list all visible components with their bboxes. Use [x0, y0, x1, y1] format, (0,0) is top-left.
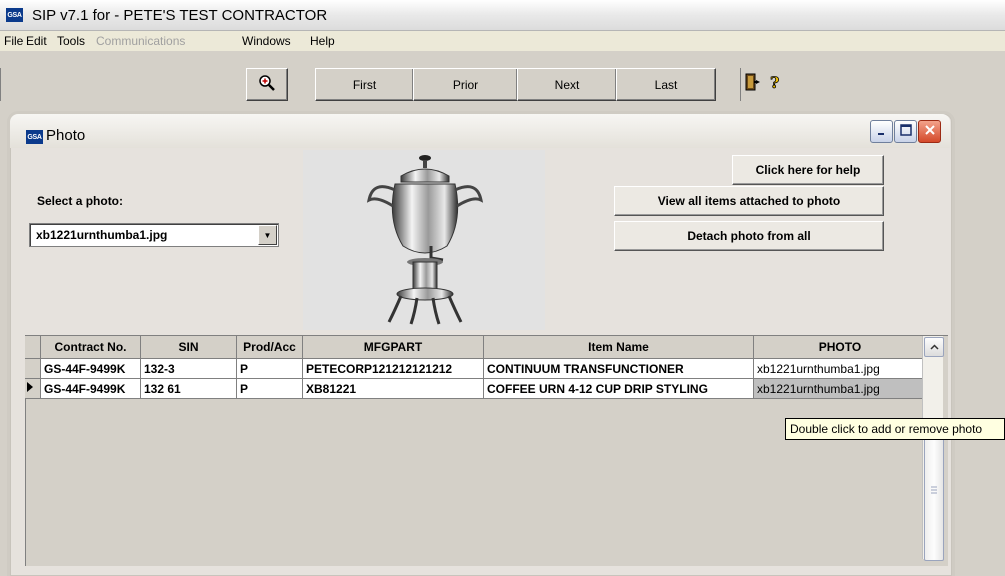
- row-header[interactable]: [25, 358, 41, 379]
- next-button[interactable]: Next: [517, 68, 617, 101]
- scroll-thumb[interactable]: [924, 420, 944, 561]
- menu-tools[interactable]: Tools: [57, 34, 85, 48]
- row-header-current[interactable]: [25, 378, 41, 399]
- menu-bar: File Edit Tools Communications Windows H…: [0, 31, 1005, 51]
- photo-select[interactable]: xb1221urnthumba1.jpg ▼: [29, 223, 279, 247]
- photo-window-titlebar[interactable]: [10, 114, 950, 148]
- magnifier-zoom-icon: [258, 74, 276, 95]
- cell-item-name[interactable]: COFFEE URN 4-12 CUP DRIP STYLING: [483, 378, 754, 399]
- prior-button[interactable]: Prior: [413, 68, 518, 101]
- chevron-up-icon: [929, 342, 939, 352]
- cell-prodacc[interactable]: P: [236, 378, 303, 399]
- menu-communications: Communications: [96, 34, 186, 48]
- menu-edit[interactable]: Edit: [26, 34, 47, 48]
- app-title-bar: GSA SIP v7.1 for - PETE'S TEST CONTRACTO…: [0, 0, 1005, 31]
- photo-select-value: xb1221urnthumba1.jpg: [36, 228, 168, 242]
- cell-sin[interactable]: 132 61: [140, 378, 237, 399]
- cell-sin[interactable]: 132-3: [140, 358, 237, 379]
- col-sin[interactable]: SIN: [140, 336, 237, 359]
- tooltip: Double click to add or remove photo: [785, 418, 1005, 440]
- col-photo[interactable]: PHOTO: [753, 336, 927, 359]
- cell-prodacc[interactable]: P: [236, 358, 303, 379]
- cell-item-name[interactable]: CONTINUUM TRANSFUNCTIONER: [483, 358, 754, 379]
- table-row[interactable]: GS-44F-9499K 132-3 P PETECORP12121212121…: [25, 358, 927, 379]
- vertical-scrollbar[interactable]: [922, 336, 944, 561]
- close-button[interactable]: [918, 120, 941, 143]
- cell-mfgpart[interactable]: XB81221: [302, 378, 484, 399]
- view-all-items-button[interactable]: View all items attached to photo: [614, 186, 884, 216]
- exit-button[interactable]: [743, 68, 763, 99]
- exit-door-icon: [744, 73, 762, 94]
- zoom-button[interactable]: [246, 68, 288, 101]
- grip-icon: [931, 486, 937, 494]
- question-mark-icon: ?: [767, 73, 783, 94]
- menu-windows[interactable]: Windows: [242, 34, 291, 48]
- detach-photo-button[interactable]: Detach photo from all: [614, 221, 884, 251]
- select-photo-label: Select a photo:: [37, 194, 124, 208]
- row-header-corner: [25, 336, 41, 359]
- dropdown-arrow-icon[interactable]: ▼: [258, 225, 277, 245]
- maximize-icon: [899, 124, 912, 139]
- maximize-button[interactable]: [894, 120, 917, 143]
- cell-mfgpart[interactable]: PETECORP121212121212: [302, 358, 484, 379]
- col-item-name[interactable]: Item Name: [483, 336, 754, 359]
- scroll-up-button[interactable]: [924, 337, 944, 357]
- menu-help[interactable]: Help: [310, 34, 335, 48]
- help-button[interactable]: ?: [765, 68, 785, 99]
- svg-text:?: ?: [770, 73, 779, 91]
- col-mfgpart[interactable]: MFGPART: [302, 336, 484, 359]
- coffee-urn-image: [303, 150, 545, 330]
- toolbar: First Prior Next Last ?: [0, 51, 1005, 103]
- col-contract-no[interactable]: Contract No.: [40, 336, 141, 359]
- menu-file[interactable]: File: [4, 34, 23, 48]
- close-icon: [924, 124, 936, 139]
- minimize-button[interactable]: [870, 120, 893, 143]
- gsa-logo-small: GSA: [26, 130, 43, 144]
- col-prodacc[interactable]: Prod/Acc: [236, 336, 303, 359]
- cell-contract[interactable]: GS-44F-9499K: [40, 358, 141, 379]
- photo-window-title: Photo: [46, 127, 86, 144]
- help-link-button[interactable]: Click here for help: [732, 155, 884, 185]
- table-row[interactable]: GS-44F-9499K 132 61 P XB81221 COFFEE URN…: [25, 378, 927, 399]
- gsa-logo: GSA: [6, 8, 23, 22]
- current-row-arrow-icon: [25, 382, 35, 396]
- first-button[interactable]: First: [315, 68, 414, 101]
- cell-photo-selected[interactable]: xb1221urnthumba1.jpg: [753, 378, 927, 399]
- photo-preview: [303, 150, 545, 330]
- cell-contract[interactable]: GS-44F-9499K: [40, 378, 141, 399]
- cell-photo[interactable]: xb1221urnthumba1.jpg: [753, 358, 927, 379]
- items-table: Contract No. SIN Prod/Acc MFGPART Item N…: [25, 336, 927, 399]
- minimize-icon: [877, 125, 887, 139]
- last-button[interactable]: Last: [616, 68, 716, 101]
- app-title: SIP v7.1 for - PETE'S TEST CONTRACTOR: [32, 7, 328, 24]
